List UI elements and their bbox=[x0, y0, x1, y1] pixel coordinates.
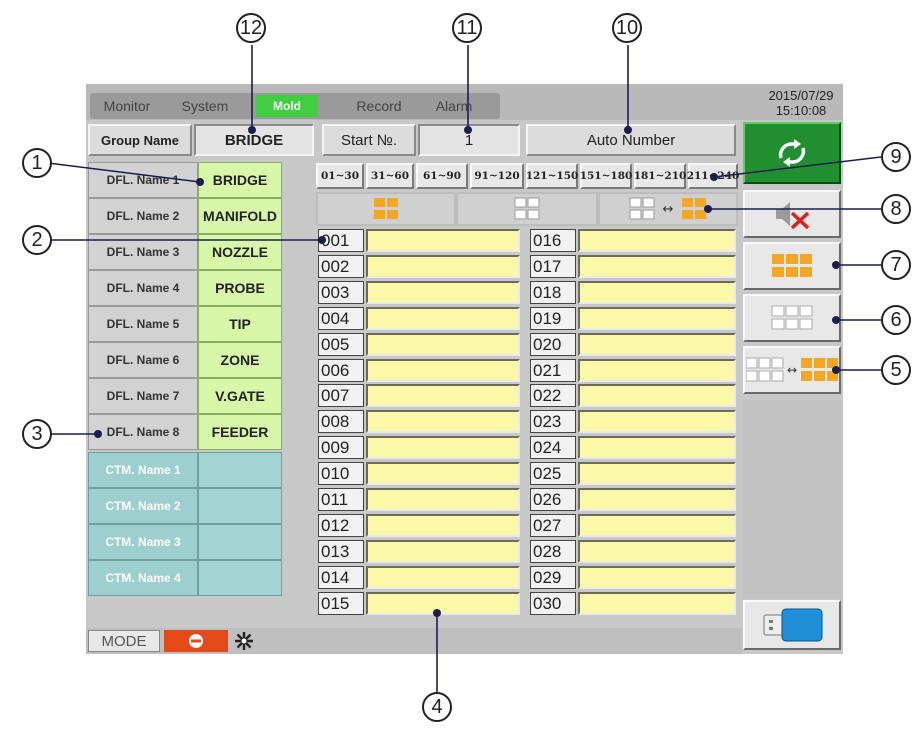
callout-3: 3 bbox=[22, 419, 52, 449]
callout-9: 9 bbox=[881, 142, 911, 172]
callout-4: 4 bbox=[422, 692, 452, 722]
callout-5: 5 bbox=[881, 355, 911, 385]
callout-line-9 bbox=[713, 156, 882, 178]
callout-11: 11 bbox=[452, 13, 482, 43]
callout-line-1 bbox=[39, 161, 201, 183]
callout-12: 12 bbox=[236, 13, 266, 43]
callout-1: 1 bbox=[22, 148, 52, 178]
callout-2: 2 bbox=[22, 225, 52, 255]
callout-lines bbox=[39, 45, 882, 692]
callout-6: 6 bbox=[881, 305, 911, 335]
callout-7: 7 bbox=[881, 250, 911, 280]
callout-10: 10 bbox=[612, 13, 642, 43]
callout-8: 8 bbox=[881, 194, 911, 224]
